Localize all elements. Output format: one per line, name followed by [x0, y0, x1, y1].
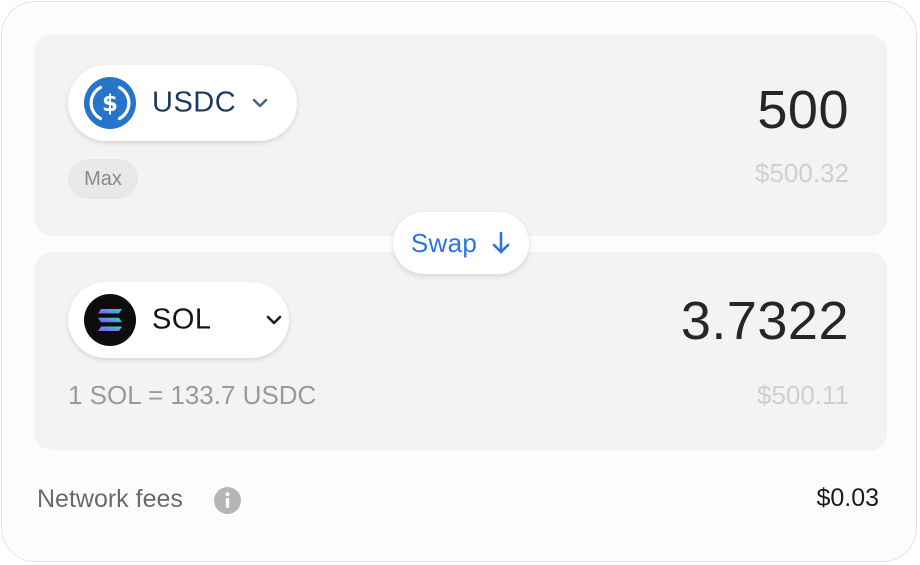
swap-label: Swap: [410, 227, 478, 258]
swap-button[interactable]: Swap: [393, 212, 529, 274]
max-button[interactable]: Max: [68, 159, 138, 199]
chevron-down-icon: [252, 98, 268, 108]
exchange-rate: 1 SOL = 133.7 USDC: [68, 380, 317, 410]
sol-icon: [84, 294, 136, 346]
from-token-name: USDC: [152, 86, 237, 119]
to-amount[interactable]: 3.7322: [681, 294, 849, 348]
to-token-name: SOL: [152, 303, 212, 336]
to-usd-value: $500.11: [756, 380, 849, 410]
arrow-down-icon: [492, 231, 510, 254]
svg-text:$: $: [102, 91, 118, 117]
from-usd-value: $500.32: [755, 158, 849, 188]
from-token-selector[interactable]: $ USDC: [68, 65, 297, 141]
to-panel: SOL 1 SOL = 133.7 USDC 3.7322 $500.11: [35, 252, 887, 450]
info-icon[interactable]: [213, 486, 242, 515]
network-fees-label: Network fees: [37, 485, 183, 513]
usdc-icon: $: [84, 77, 136, 129]
swap-card: $ USDC Max 500 $500.32 SOL 1 SOL = 133.7…: [1, 1, 917, 562]
network-fees-value: $0.03: [816, 484, 879, 512]
to-token-selector[interactable]: SOL: [68, 282, 289, 358]
chevron-down-icon: [266, 315, 282, 325]
from-amount[interactable]: 500: [757, 83, 849, 137]
from-panel: $ USDC Max 500 $500.32: [35, 35, 887, 236]
